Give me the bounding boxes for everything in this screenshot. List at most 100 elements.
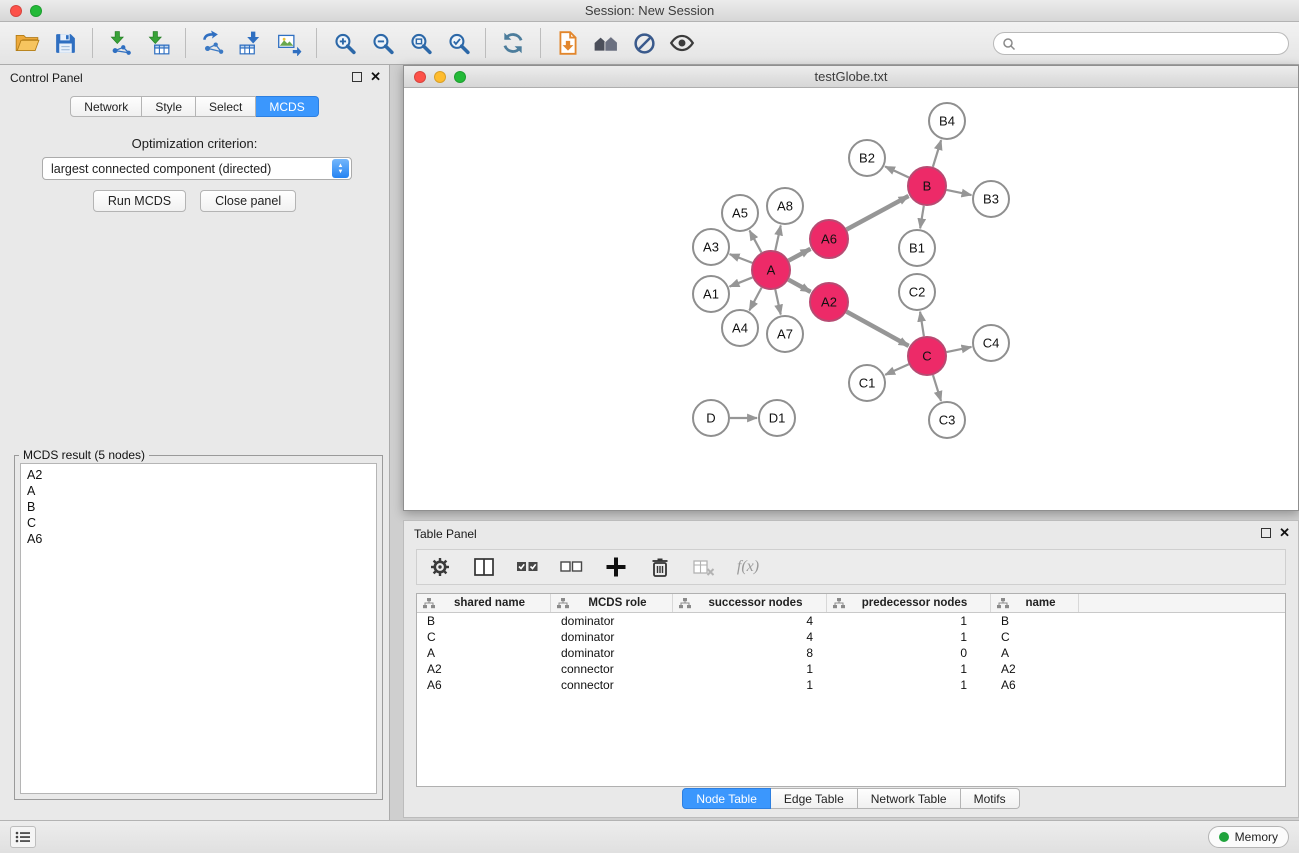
table-row[interactable]: Bdominator41B (417, 613, 1285, 629)
graph-node-A[interactable]: A (752, 251, 790, 289)
graph-node-B[interactable]: B (908, 167, 946, 205)
graph-edge-A-A8[interactable] (775, 226, 780, 251)
mcds-result-item[interactable]: A (21, 483, 376, 499)
tab-motifs[interactable]: Motifs (961, 788, 1020, 809)
graph-node-B2[interactable]: B2 (849, 140, 885, 176)
graph-edge-A-A4[interactable] (749, 288, 761, 311)
task-history-button[interactable] (10, 826, 36, 848)
show-graphics-button[interactable] (663, 25, 701, 61)
graph-edge-A-A5[interactable] (750, 231, 762, 253)
memory-button[interactable]: Memory (1208, 826, 1289, 848)
graph-node-B1[interactable]: B1 (899, 230, 935, 266)
node-table[interactable]: shared nameMCDS rolesuccessor nodesprede… (416, 593, 1286, 787)
close-panel-button[interactable]: ✕ (370, 72, 381, 82)
graph-node-A6[interactable]: A6 (810, 220, 848, 258)
export-image-button[interactable] (270, 25, 308, 61)
graph-node-A3[interactable]: A3 (693, 229, 729, 265)
network-zoom-button[interactable] (454, 71, 466, 83)
graph-node-A8[interactable]: A8 (767, 188, 803, 224)
graph-edge-C-C3[interactable] (933, 375, 941, 401)
deselect-all-button[interactable] (559, 554, 585, 580)
graph-node-C4[interactable]: C4 (973, 325, 1009, 361)
criterion-dropdown[interactable]: largest connected component (directed) ▲… (42, 157, 352, 180)
export-network-button[interactable] (194, 25, 232, 61)
graph-node-C2[interactable]: C2 (899, 274, 935, 310)
search-field[interactable] (993, 32, 1289, 55)
mcds-result-item[interactable]: A2 (21, 467, 376, 483)
float-panel-button[interactable] (352, 72, 362, 82)
graph-edge-A-A2[interactable] (789, 280, 811, 292)
column-header[interactable]: MCDS role (551, 594, 673, 612)
fit-content-button[interactable] (587, 25, 625, 61)
function-builder-button-disabled[interactable]: f(x) (735, 554, 761, 580)
mcds-result-item[interactable]: C (21, 515, 376, 531)
mcds-result-item[interactable]: B (21, 499, 376, 515)
network-close-button[interactable] (414, 71, 426, 83)
graph-edge-A-A1[interactable] (730, 277, 753, 286)
select-all-button[interactable] (515, 554, 541, 580)
table-settings-button[interactable] (427, 554, 453, 580)
export-table-button[interactable] (232, 25, 270, 61)
graph-node-A5[interactable]: A5 (722, 195, 758, 231)
open-session-button[interactable] (8, 25, 46, 61)
graph-node-D1[interactable]: D1 (759, 400, 795, 436)
mcds-result-item[interactable]: A6 (21, 531, 376, 547)
close-panel-button-2[interactable]: Close panel (200, 190, 296, 212)
save-session-button[interactable] (46, 25, 84, 61)
graph-edge-B-B2[interactable] (885, 166, 909, 177)
graph-edge-C-C4[interactable] (947, 347, 972, 352)
graph-node-A2[interactable]: A2 (810, 283, 848, 321)
graph-node-C3[interactable]: C3 (929, 402, 965, 438)
zoom-in-button[interactable] (325, 25, 363, 61)
graph-edge-B-B1[interactable] (920, 206, 924, 229)
table-row[interactable]: Adominator80A (417, 645, 1285, 661)
delete-table-button-disabled[interactable] (691, 554, 717, 580)
table-row[interactable]: A2connector11A2 (417, 661, 1285, 677)
graph-node-C1[interactable]: C1 (849, 365, 885, 401)
graph-node-B3[interactable]: B3 (973, 181, 1009, 217)
add-column-button[interactable] (603, 554, 629, 580)
graph-edge-A-A7[interactable] (775, 290, 780, 315)
table-row[interactable]: Cdominator41C (417, 629, 1285, 645)
import-table-button[interactable] (139, 25, 177, 61)
tab-node-table[interactable]: Node Table (682, 788, 771, 809)
search-input[interactable] (1020, 37, 1280, 51)
zoom-out-button[interactable] (363, 25, 401, 61)
run-mcds-button[interactable]: Run MCDS (93, 190, 186, 212)
network-window-titlebar[interactable]: testGlobe.txt (404, 66, 1298, 88)
open-recent-file-button[interactable] (549, 25, 587, 61)
graph-node-C[interactable]: C (908, 337, 946, 375)
column-header[interactable]: shared name (417, 594, 551, 612)
tab-network-table[interactable]: Network Table (858, 788, 961, 809)
graph-edge-C-C1[interactable] (885, 364, 909, 375)
graph-edge-B-B3[interactable] (947, 190, 972, 195)
zoom-selected-button[interactable] (439, 25, 477, 61)
close-table-panel-button[interactable]: ✕ (1279, 528, 1290, 538)
column-header[interactable]: successor nodes (673, 594, 827, 612)
graph-node-A4[interactable]: A4 (722, 310, 758, 346)
table-row[interactable]: A6connector11A6 (417, 677, 1285, 693)
delete-column-button[interactable] (647, 554, 673, 580)
zoom-fit-button[interactable] (401, 25, 439, 61)
tab-select[interactable]: Select (196, 96, 256, 117)
tab-style[interactable]: Style (142, 96, 196, 117)
graph-edge-A-A3[interactable] (730, 254, 753, 263)
graph-node-D[interactable]: D (693, 400, 729, 436)
graph-node-B4[interactable]: B4 (929, 103, 965, 139)
graph-edge-A2-C[interactable] (847, 312, 909, 346)
close-window-button[interactable] (10, 5, 22, 17)
network-minimize-button[interactable] (434, 71, 446, 83)
import-network-button[interactable] (101, 25, 139, 61)
network-canvas[interactable]: B4B2BB3A5A8A6B1A3AC2A1A2A4A7C4CC1C3DD1 (404, 88, 1298, 510)
tab-mcds[interactable]: MCDS (256, 96, 318, 117)
graph-edge-C-C2[interactable] (920, 312, 924, 336)
zoom-window-button[interactable] (30, 5, 42, 17)
graph-edge-A6-B[interactable] (847, 196, 909, 229)
tab-edge-table[interactable]: Edge Table (771, 788, 858, 809)
column-header[interactable]: predecessor nodes (827, 594, 991, 612)
show-columns-button[interactable] (471, 554, 497, 580)
refresh-button[interactable] (494, 25, 532, 61)
graph-node-A1[interactable]: A1 (693, 276, 729, 312)
float-table-panel-button[interactable] (1261, 528, 1271, 538)
column-header[interactable]: name (991, 594, 1079, 612)
